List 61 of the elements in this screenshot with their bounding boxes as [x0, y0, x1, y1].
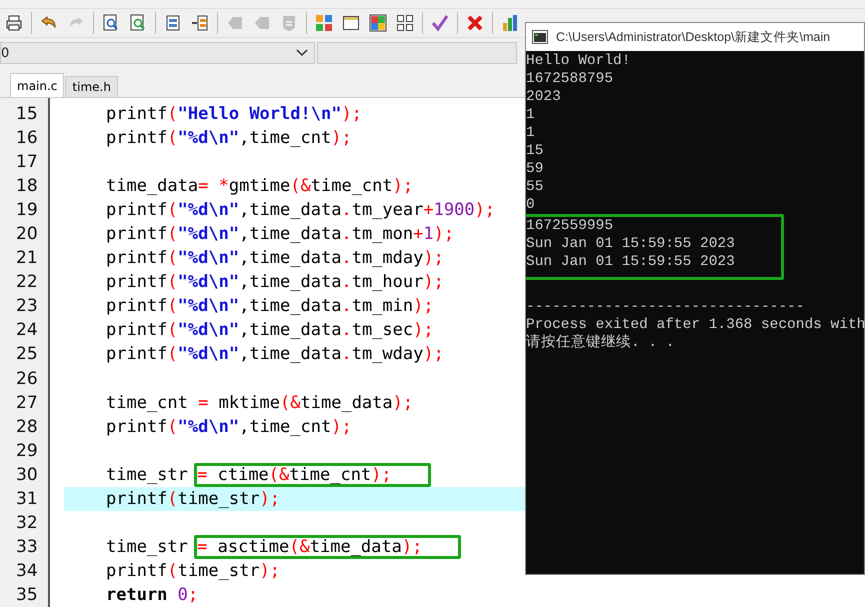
code-line: printf(time_str);	[106, 560, 280, 583]
line-number: 30	[15, 464, 39, 487]
code-text: = asctime(&time_data);	[197, 536, 422, 559]
scope-dropdown[interactable]: 0	[0, 42, 315, 64]
console-line: 请按任意键继续. . .	[526, 334, 676, 352]
code-line: time_cnt = mktime(&time_data);	[106, 392, 414, 415]
console-line: Sun Jan 01 15:59:55 2023	[526, 253, 736, 271]
line-number: 33	[15, 536, 39, 559]
code-text: = ctime(&time_cnt);	[197, 464, 392, 487]
code-line: time_data= *gmtime(&time_cnt);	[106, 175, 414, 198]
line-number: 28	[15, 416, 39, 439]
line-number: 26	[15, 368, 39, 391]
code-line: printf(time_str);	[106, 488, 280, 511]
file-tab[interactable]: main.c	[10, 73, 64, 98]
code-line: printf("%d\n",time_data.tm_wday);	[106, 343, 444, 366]
console-line: --------------------------------	[526, 298, 806, 316]
console-line: 1	[526, 124, 536, 142]
code-line: printf("%d\n",time_data.tm_year+1900);	[106, 199, 496, 222]
code-line: time_str	[106, 536, 189, 559]
code-line: printf("%d\n",time_data.tm_sec);	[106, 319, 434, 342]
line-number: 23	[15, 295, 39, 318]
console-line: Hello World!	[526, 52, 632, 70]
console-line: 1	[526, 106, 536, 124]
code-line: printf("Hello World!\n");	[106, 103, 362, 126]
line-number: 20	[15, 223, 39, 246]
code-line: time_str	[106, 464, 189, 487]
line-number: 25	[15, 343, 39, 366]
caret-icon	[296, 49, 308, 58]
line-number: 35	[15, 584, 39, 607]
console-line: 1672588795	[526, 70, 614, 88]
console-line: 59	[526, 160, 544, 178]
code-line: printf("%d\n",time_data.tm_hour);	[106, 271, 444, 294]
console-line: 55	[526, 178, 544, 196]
line-number: 15	[15, 103, 39, 126]
line-number: 22	[15, 271, 39, 294]
line-number: 21	[15, 247, 39, 270]
line-number: 24	[15, 319, 39, 342]
console-line: Sun Jan 01 15:59:55 2023	[526, 235, 736, 253]
code-line: printf("%d\n",time_data.tm_min);	[106, 295, 434, 318]
console-line: 2023	[526, 88, 562, 106]
code-line: printf("%d\n",time_data.tm_mday);	[106, 247, 444, 270]
line-number: 19	[15, 199, 39, 222]
line-number: 31	[15, 488, 39, 511]
file-tab[interactable]: time.h	[65, 76, 118, 98]
code-line: printf("%d\n",time_cnt);	[106, 416, 352, 439]
line-number: 34	[15, 560, 39, 583]
console-line: 1672559995	[526, 217, 614, 235]
line-number: 16	[15, 127, 39, 150]
line-number: 32	[15, 512, 39, 535]
code-line: printf("%d\n",time_data.tm_mon+1);	[106, 223, 454, 246]
console-app-icon	[532, 30, 548, 44]
line-number: 18	[15, 175, 39, 198]
line-number: 27	[15, 392, 39, 415]
window-title: C:\Users\Administrator\Desktop\新建文件夹\main	[556, 28, 830, 46]
console-line: Process exited after 1.368 seconds with	[526, 316, 864, 334]
line-number: 17	[15, 151, 39, 174]
console-line: 15	[526, 142, 544, 160]
code-line: return 0;	[106, 584, 198, 607]
console-line: 0	[526, 196, 536, 214]
line-number: 29	[15, 440, 39, 463]
code-line: printf("%d\n",time_cnt);	[106, 127, 352, 150]
